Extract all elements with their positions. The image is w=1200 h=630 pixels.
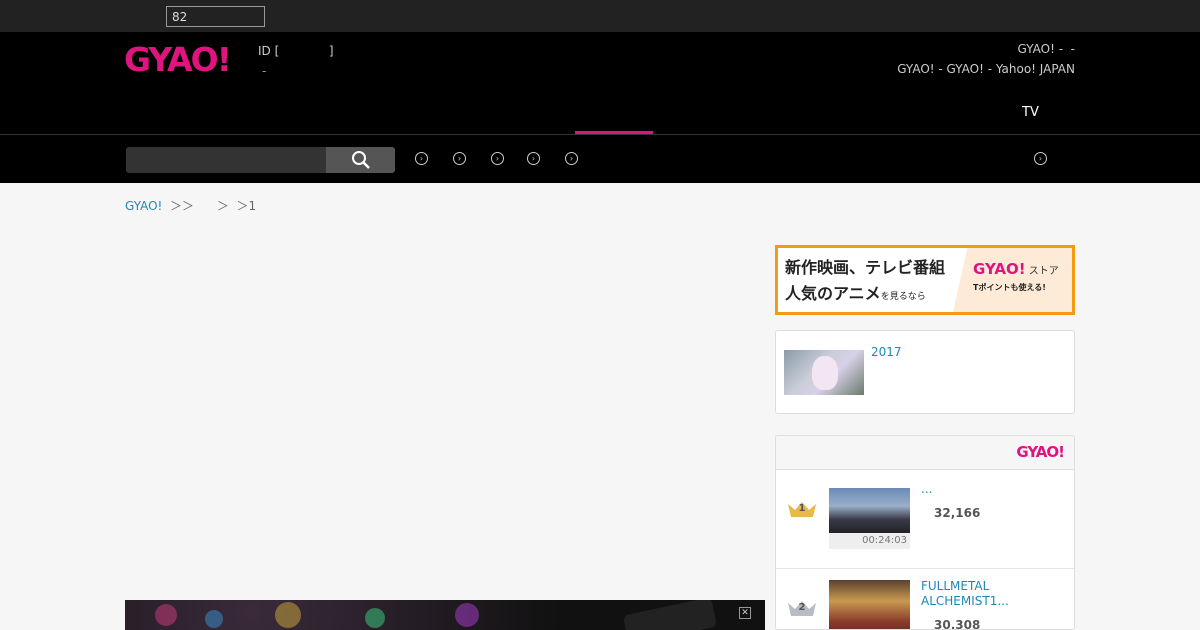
ranking-title[interactable]: ...: [921, 482, 1056, 497]
breadcrumb: GYAO! ＞＞ ＞ ＞1: [125, 197, 256, 214]
search-button[interactable]: [326, 147, 395, 173]
phone-image: [622, 600, 718, 630]
ad-brand-area: GYAO! ストア Tポイントも使える!: [953, 248, 1072, 312]
crown-silver-icon: 2: [786, 599, 818, 617]
bokeh-light: [155, 604, 177, 626]
top-search-input[interactable]: [166, 6, 265, 27]
breadcrumb-home[interactable]: GYAO!: [125, 199, 162, 213]
site-header: GYAO! ID [ ] - GYAO! - - GYAO! - GYAO! -…: [0, 32, 1200, 134]
ranking-thumbnail[interactable]: [829, 580, 910, 629]
ranking-views: 32,166: [934, 506, 981, 520]
header-links-row1[interactable]: GYAO! - -: [1018, 42, 1075, 56]
ranking-header: GYAO!: [776, 436, 1074, 470]
ad-text-area: 新作映画、テレビ番組 人気のアニメを見るなら: [778, 248, 953, 312]
bokeh-light: [455, 603, 479, 627]
chevron-right-icon[interactable]: ›: [491, 152, 504, 165]
ranking-item: 1 00:24:03 ... 32,166: [776, 470, 1074, 569]
crown-gold-icon: 1: [786, 500, 818, 518]
promo-banner[interactable]: ✕: [125, 600, 765, 630]
search-icon: [351, 151, 370, 169]
bokeh-light: [365, 608, 385, 628]
site-logo[interactable]: GYAO!: [124, 40, 232, 79]
feature-title[interactable]: 2017: [871, 345, 902, 359]
chevron-right-icon[interactable]: ›: [565, 152, 578, 165]
search-input[interactable]: [126, 147, 326, 173]
feature-box: 2017: [775, 330, 1075, 414]
sub-nav: › › › › › ›: [0, 134, 1200, 183]
close-icon[interactable]: ✕: [739, 607, 751, 619]
ad-line1: 新作映画、テレビ番組: [785, 258, 946, 277]
chevron-right-icon[interactable]: ›: [1034, 152, 1047, 165]
ranking-duration: 00:24:03: [829, 533, 910, 549]
bokeh-light: [205, 610, 223, 628]
bokeh-light: [275, 602, 301, 628]
nav-tab-tv[interactable]: TV: [1022, 105, 1039, 120]
chevron-right-icon[interactable]: ›: [453, 152, 466, 165]
chevron-right-icon[interactable]: ›: [415, 152, 428, 165]
store-ad-banner[interactable]: 新作映画、テレビ番組 人気のアニメを見るなら GYAO! ストア Tポイントも使…: [775, 245, 1075, 315]
feature-thumbnail[interactable]: [784, 350, 864, 395]
user-dash: -: [262, 64, 267, 78]
ad-brand: GYAO! ストア: [973, 260, 1059, 278]
ranking-box: GYAO! 1 00:24:03 ... 32,166 2 FULLMETAL …: [775, 435, 1075, 630]
header-links-row2[interactable]: GYAO! - GYAO! - Yahoo! JAPAN: [897, 62, 1075, 76]
top-bar: [0, 0, 1200, 32]
ranking-item: 2 FULLMETAL ALCHEMIST1... 30,308: [776, 569, 1074, 630]
ad-tpoint: Tポイントも使える!: [973, 283, 1046, 292]
user-id-label: ID [ ]: [258, 44, 334, 58]
ranking-brand: GYAO!: [1016, 443, 1065, 461]
chevron-right-icon[interactable]: ›: [527, 152, 540, 165]
ad-line2: 人気のアニメを見るなら: [785, 284, 926, 303]
breadcrumb-rest: ＞＞ ＞ ＞1: [162, 199, 257, 213]
ranking-title[interactable]: FULLMETAL ALCHEMIST1...: [921, 579, 1056, 609]
ranking-thumbnail[interactable]: [829, 488, 910, 533]
character-image: [812, 356, 838, 390]
ranking-views: 30,308: [934, 618, 981, 630]
